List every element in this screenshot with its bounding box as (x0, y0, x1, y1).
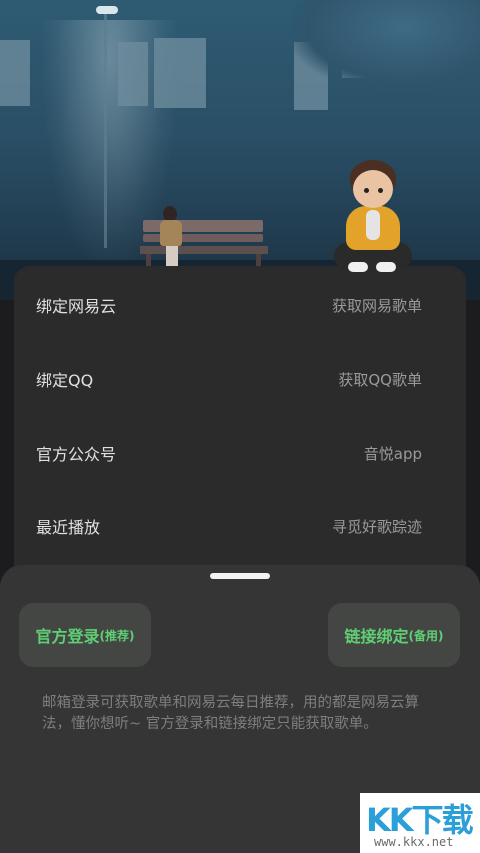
list-item-value: 寻觅好歌踪迹 (331, 517, 422, 536)
official-login-sublabel: (推荐) (99, 628, 135, 643)
settings-list-panel: 绑定网易云 获取网易歌单 绑定QQ 获取QQ歌单 官方公众号 音悦app 最近播… (14, 266, 466, 576)
sheet-drag-handle[interactable] (210, 573, 270, 579)
window-shape (118, 42, 148, 106)
link-bind-label: 链接绑定 (344, 627, 409, 646)
avatar-shoe (348, 262, 368, 272)
avatar-face (353, 170, 393, 208)
avatar-eye (364, 188, 369, 193)
list-item-label: 官方公众号 (36, 445, 117, 464)
official-login-label: 官方登录 (35, 627, 100, 646)
bench-seat (140, 246, 268, 254)
list-item-recent-play[interactable]: 最近播放 寻觅好歌踪迹 (14, 489, 466, 563)
watermark-url: www.kkx.net (374, 835, 454, 849)
link-bind-sublabel: (备用) (408, 628, 444, 643)
window-shape (0, 40, 30, 106)
list-item-label: 最近播放 (36, 518, 101, 537)
list-item-label: 绑定网易云 (36, 297, 117, 316)
list-item-value: 获取QQ歌单 (338, 370, 422, 389)
login-hint-text: 邮箱登录可获取歌单和网易云每日推荐，用的都是网易云算法，懂你想听~ 官方登录和链… (42, 695, 419, 732)
girl-figure-body (160, 220, 182, 246)
avatar-shirt (366, 210, 380, 240)
list-item-label: 绑定QQ (36, 371, 94, 390)
avatar-eye (378, 188, 383, 193)
official-login-button[interactable]: 官方登录 (推荐) (19, 603, 151, 667)
list-item-value: 获取网易歌单 (331, 296, 422, 315)
site-watermark: KK下载 www.kkx.net (360, 793, 480, 853)
link-bind-button[interactable]: 链接绑定 (备用) (328, 603, 460, 667)
user-avatar-figure[interactable] (332, 160, 414, 286)
window-shape (154, 38, 206, 108)
list-item-value: 音悦app (363, 444, 422, 463)
list-item-official-account[interactable]: 官方公众号 音悦app (14, 416, 466, 490)
street-lamp-pole (104, 8, 107, 248)
avatar-shoe (376, 262, 396, 272)
tree-foliage (290, 0, 480, 90)
street-lamp-head (96, 6, 118, 14)
list-item-bind-qq[interactable]: 绑定QQ 获取QQ歌单 (14, 342, 466, 416)
girl-figure-legs (166, 246, 178, 266)
